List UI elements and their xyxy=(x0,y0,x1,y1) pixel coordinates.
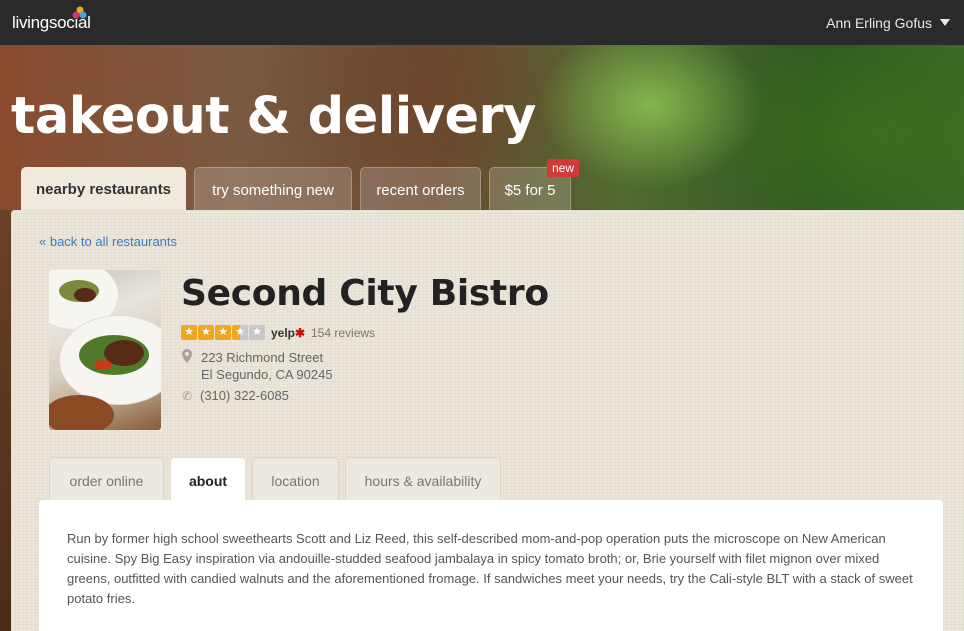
tab-order-online[interactable]: order online xyxy=(49,457,164,500)
tab-about[interactable]: about xyxy=(170,457,246,501)
yelp-burst-icon: ✱ xyxy=(295,326,306,340)
address-line-2: El Segundo, CA 90245 xyxy=(201,367,333,382)
phone-icon: ✆ xyxy=(182,389,193,403)
dropdown-caret-icon[interactable] xyxy=(940,19,950,26)
star-icon: ★ xyxy=(198,325,214,340)
review-count[interactable]: 154 reviews xyxy=(311,326,375,340)
star-icon: ★ xyxy=(181,325,197,340)
tab-location[interactable]: location xyxy=(252,457,339,500)
star-icon: ★ xyxy=(215,325,231,340)
about-section: Run by former high school sweethearts Sc… xyxy=(39,500,943,631)
star-rating: ★ ★ ★ ★ ★ xyxy=(181,325,265,340)
phone-number: (310) 322-6085 xyxy=(200,388,289,403)
empty-star-icon: ★ xyxy=(249,325,265,340)
page-title: takeout & delivery xyxy=(11,87,536,146)
about-description: Run by former high school sweethearts Sc… xyxy=(67,531,913,606)
restaurant-photo xyxy=(49,270,161,430)
top-bar: livingsocial Ann Erling Gofus xyxy=(0,0,964,45)
user-menu[interactable]: Ann Erling Gofus xyxy=(826,15,932,31)
logo-dots-icon xyxy=(72,6,87,19)
tab-hours-availability[interactable]: hours & availability xyxy=(345,457,501,500)
new-badge: new xyxy=(547,159,580,177)
tab-recent-orders[interactable]: recent orders xyxy=(360,167,481,211)
background-edge xyxy=(0,210,11,631)
yelp-logo[interactable]: yelp✱ xyxy=(271,326,305,340)
back-to-restaurants-link[interactable]: « back to all restaurants xyxy=(39,234,177,249)
tab-nearby-restaurants[interactable]: nearby restaurants xyxy=(21,167,186,211)
half-star-icon: ★ xyxy=(232,325,248,340)
address-line-1: 223 Richmond Street xyxy=(201,350,324,365)
tab-try-something-new[interactable]: try something new xyxy=(194,167,352,211)
map-pin-icon xyxy=(182,349,192,363)
restaurant-name: Second City Bistro xyxy=(181,273,549,314)
